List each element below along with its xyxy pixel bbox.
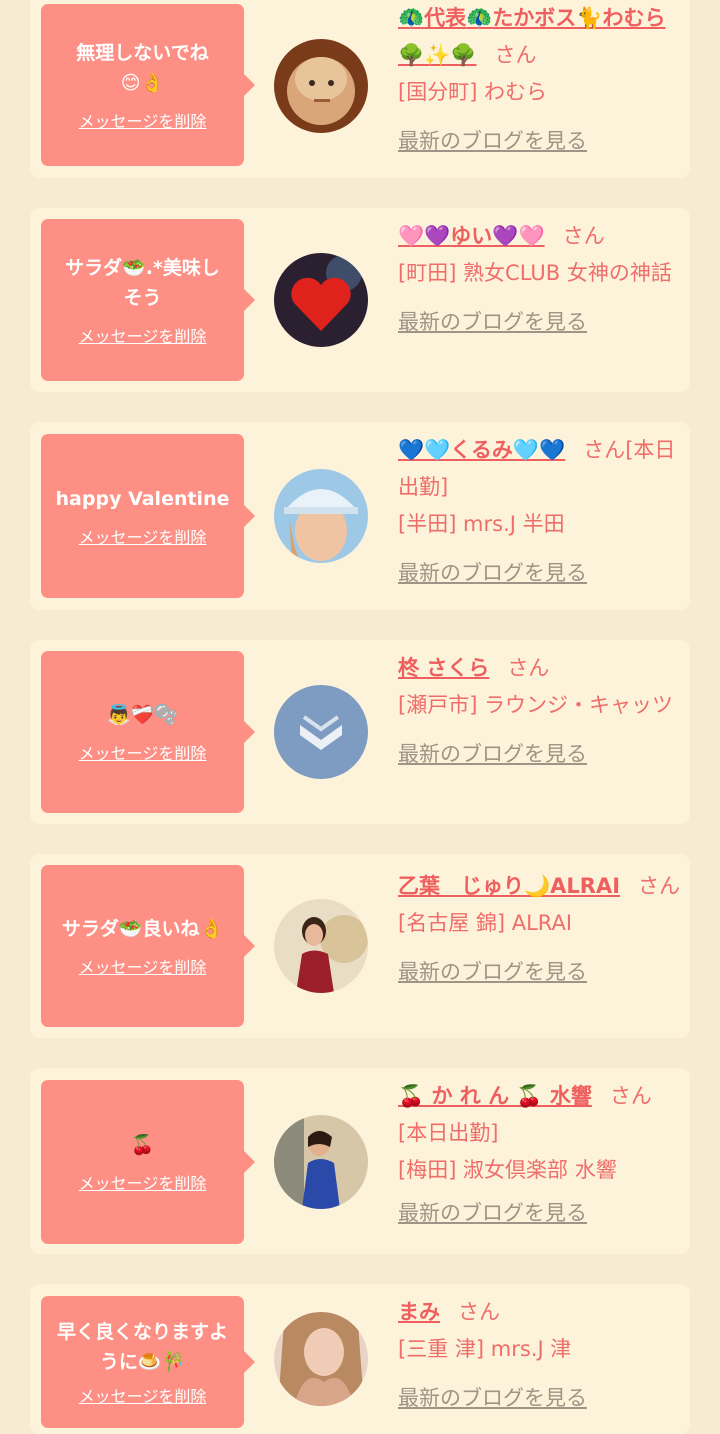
shop-label: [名古屋 錦] ALRAI: [398, 911, 573, 935]
message-bubble: 無理しないでね 😊👌 メッセージを削除: [41, 4, 255, 166]
avatar[interactable]: [274, 685, 368, 779]
message-card: happy Valentine メッセージを削除 💙🩵くるみ🩵💙 さん[本日出勤]…: [30, 422, 690, 610]
member-info: 柊 さくら さん [瀬戸市] ラウンジ・キャッツ 最新のブログを見る: [398, 650, 684, 773]
message-bubble: サラダ🥗.*美味しそう メッセージを削除: [41, 219, 255, 381]
message-bubble: 🍒 メッセージを削除: [41, 1080, 255, 1244]
message-card: 早く良くなりますように🍮🎋 メッセージを削除 まみ さん [三重 津] mrs.J…: [30, 1284, 690, 1434]
honorific: さん: [583, 438, 626, 462]
member-name-link[interactable]: まみ: [398, 1300, 440, 1324]
avatar[interactable]: [274, 469, 368, 563]
member-info: 乙葉 じゅり🌙ALRAI さん [名古屋 錦] ALRAI 最新のブログを見る: [398, 868, 684, 991]
avatar[interactable]: [274, 1312, 368, 1406]
shop-label: [半田] mrs.J 半田: [398, 512, 565, 536]
latest-blog-link[interactable]: 最新のブログを見る: [398, 736, 587, 773]
default-avatar-icon: [274, 685, 368, 779]
member-info: 💙🩵くるみ🩵💙 さん[本日出勤] [半田] mrs.J 半田 最新のブログを見る: [398, 432, 684, 592]
avatar[interactable]: [274, 899, 368, 993]
member-name-link[interactable]: 乙葉 じゅり🌙ALRAI: [398, 874, 620, 898]
message-bubble: 早く良くなりますように🍮🎋 メッセージを削除: [41, 1296, 255, 1428]
message-text: 早く良くなりますように🍮🎋: [56, 1321, 228, 1373]
message-text: 👼❤️‍🩹🫧: [107, 704, 178, 726]
latest-blog-link[interactable]: 最新のブログを見る: [398, 1195, 587, 1232]
member-name-link[interactable]: 🩷💜ゆい💜🩷: [398, 224, 545, 248]
honorific: さん: [507, 656, 550, 680]
member-name-link[interactable]: 🍒 か れ ん 🍒 水響: [398, 1084, 592, 1108]
member-info: 🩷💜ゆい💜🩷 さん [町田] 熟女CLUB 女神の神話 最新のブログを見る: [398, 218, 684, 341]
honorific: さん: [458, 1300, 500, 1324]
delete-message-link[interactable]: メッセージを削除: [79, 524, 207, 548]
honorific: さん: [638, 874, 681, 898]
shop-label: [国分町] わむら: [398, 80, 548, 104]
message-card: 👼❤️‍🩹🫧 メッセージを削除 柊 さくら さん [瀬戸市] ラウンジ・キャッツ …: [30, 640, 690, 824]
work-status: [本日出勤]: [398, 1121, 499, 1145]
message-card: サラダ🥗.*美味しそう メッセージを削除 🩷💜ゆい💜🩷 さん [町田] 熟女CLU…: [30, 208, 690, 392]
message-text: 無理しないでね 😊👌: [76, 42, 209, 94]
shop-label: [三重 津] mrs.J 津: [398, 1337, 572, 1361]
message-text: happy Valentine: [55, 488, 230, 510]
member-info: まみ さん [三重 津] mrs.J 津 最新のブログを見る: [398, 1294, 684, 1417]
message-card: サラダ🥗良いね👌 メッセージを削除 乙葉 じゅり🌙ALRAI さん [名古屋 錦]…: [30, 854, 690, 1038]
honorific: さん: [494, 43, 537, 67]
shop-label: [瀬戸市] ラウンジ・キャッツ: [398, 693, 674, 717]
message-card: 🍒 メッセージを削除 🍒 か れ ん 🍒 水響 さん [本日出勤] [梅田] 淑女…: [30, 1068, 690, 1254]
honorific: さん: [562, 224, 605, 248]
message-bubble: サラダ🥗良いね👌 メッセージを削除: [41, 865, 255, 1027]
member-info: 🍒 か れ ん 🍒 水響 さん [本日出勤] [梅田] 淑女倶楽部 水響 最新のブ…: [398, 1078, 684, 1232]
avatar[interactable]: [274, 39, 368, 133]
shop-label: [梅田] 淑女倶楽部 水響: [398, 1158, 617, 1182]
delete-message-link[interactable]: メッセージを削除: [79, 954, 207, 978]
message-bubble: happy Valentine メッセージを削除: [41, 434, 255, 598]
delete-message-link[interactable]: メッセージを削除: [79, 323, 207, 347]
avatar[interactable]: [274, 1115, 368, 1209]
delete-message-link[interactable]: メッセージを削除: [79, 740, 207, 764]
latest-blog-link[interactable]: 最新のブログを見る: [398, 555, 587, 592]
latest-blog-link[interactable]: 最新のブログを見る: [398, 304, 587, 341]
shop-label: [町田] 熟女CLUB 女神の神話: [398, 261, 672, 285]
member-name-link[interactable]: 💙🩵くるみ🩵💙: [398, 438, 565, 462]
message-text: サラダ🥗.*美味しそう: [65, 257, 220, 309]
message-card: 無理しないでね 😊👌 メッセージを削除 🦚代表🦚たかボス🐈わむら🌳✨🌳 さん [国分…: [30, 0, 690, 178]
latest-blog-link[interactable]: 最新のブログを見る: [398, 123, 587, 160]
member-name-link[interactable]: 柊 さくら: [398, 656, 489, 680]
member-info: 🦚代表🦚たかボス🐈わむら🌳✨🌳 さん [国分町] わむら 最新のブログを見る: [398, 0, 684, 160]
delete-message-link[interactable]: メッセージを削除: [79, 108, 207, 132]
delete-message-link[interactable]: メッセージを削除: [79, 1170, 207, 1194]
latest-blog-link[interactable]: 最新のブログを見る: [398, 1380, 587, 1417]
message-text: サラダ🥗良いね👌: [61, 918, 224, 940]
avatar[interactable]: [274, 253, 368, 347]
latest-blog-link[interactable]: 最新のブログを見る: [398, 954, 587, 991]
message-text: 🍒: [130, 1134, 155, 1156]
honorific: さん: [609, 1084, 652, 1108]
delete-message-link[interactable]: メッセージを削除: [79, 1383, 207, 1407]
message-bubble: 👼❤️‍🩹🫧 メッセージを削除: [41, 651, 255, 813]
